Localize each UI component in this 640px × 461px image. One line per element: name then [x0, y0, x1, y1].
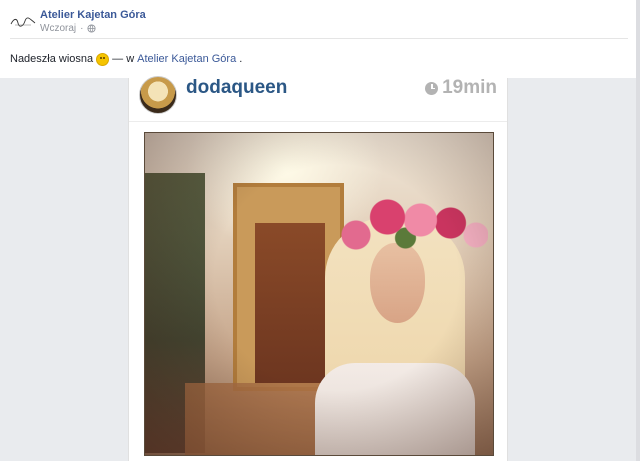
status-period: .: [239, 52, 243, 65]
instagram-username: dodaqueen: [186, 77, 288, 98]
clock-icon: [425, 81, 439, 95]
photo-vignette: [145, 133, 493, 455]
signature-logo-icon: [10, 17, 36, 27]
smile-emoji-icon: [96, 53, 110, 66]
post-timestamp[interactable]: Wczoraj: [40, 23, 76, 34]
post-photo-area[interactable]: dodaqueen 19min: [0, 76, 640, 461]
instagram-time: 19min: [425, 77, 497, 99]
status-text: Nadeszła wiosna: [10, 52, 94, 65]
status-line: Nadeszła wiosna — w Atelier Kajetan Góra…: [10, 52, 243, 66]
instagram-screenshot-card: dodaqueen 19min: [128, 76, 508, 461]
right-edge: [636, 0, 640, 461]
selfie-photo: [144, 132, 494, 456]
sep-dot: ·: [80, 23, 84, 34]
header-divider: [10, 38, 628, 39]
globe-icon[interactable]: [87, 24, 97, 33]
post-header: Atelier Kajetan Góra Wczoraj · Nadeszła …: [0, 0, 640, 78]
post-meta: Wczoraj ·: [40, 23, 97, 34]
page-logo[interactable]: [10, 12, 36, 32]
instagram-separator: [129, 121, 507, 122]
place-link[interactable]: Atelier Kajetan Góra: [137, 53, 236, 65]
instagram-time-ago: 19min: [442, 77, 497, 98]
instagram-avatar: [139, 76, 177, 114]
with-separator: — w: [112, 52, 135, 65]
page-name-link[interactable]: Atelier Kajetan Góra: [40, 9, 146, 21]
